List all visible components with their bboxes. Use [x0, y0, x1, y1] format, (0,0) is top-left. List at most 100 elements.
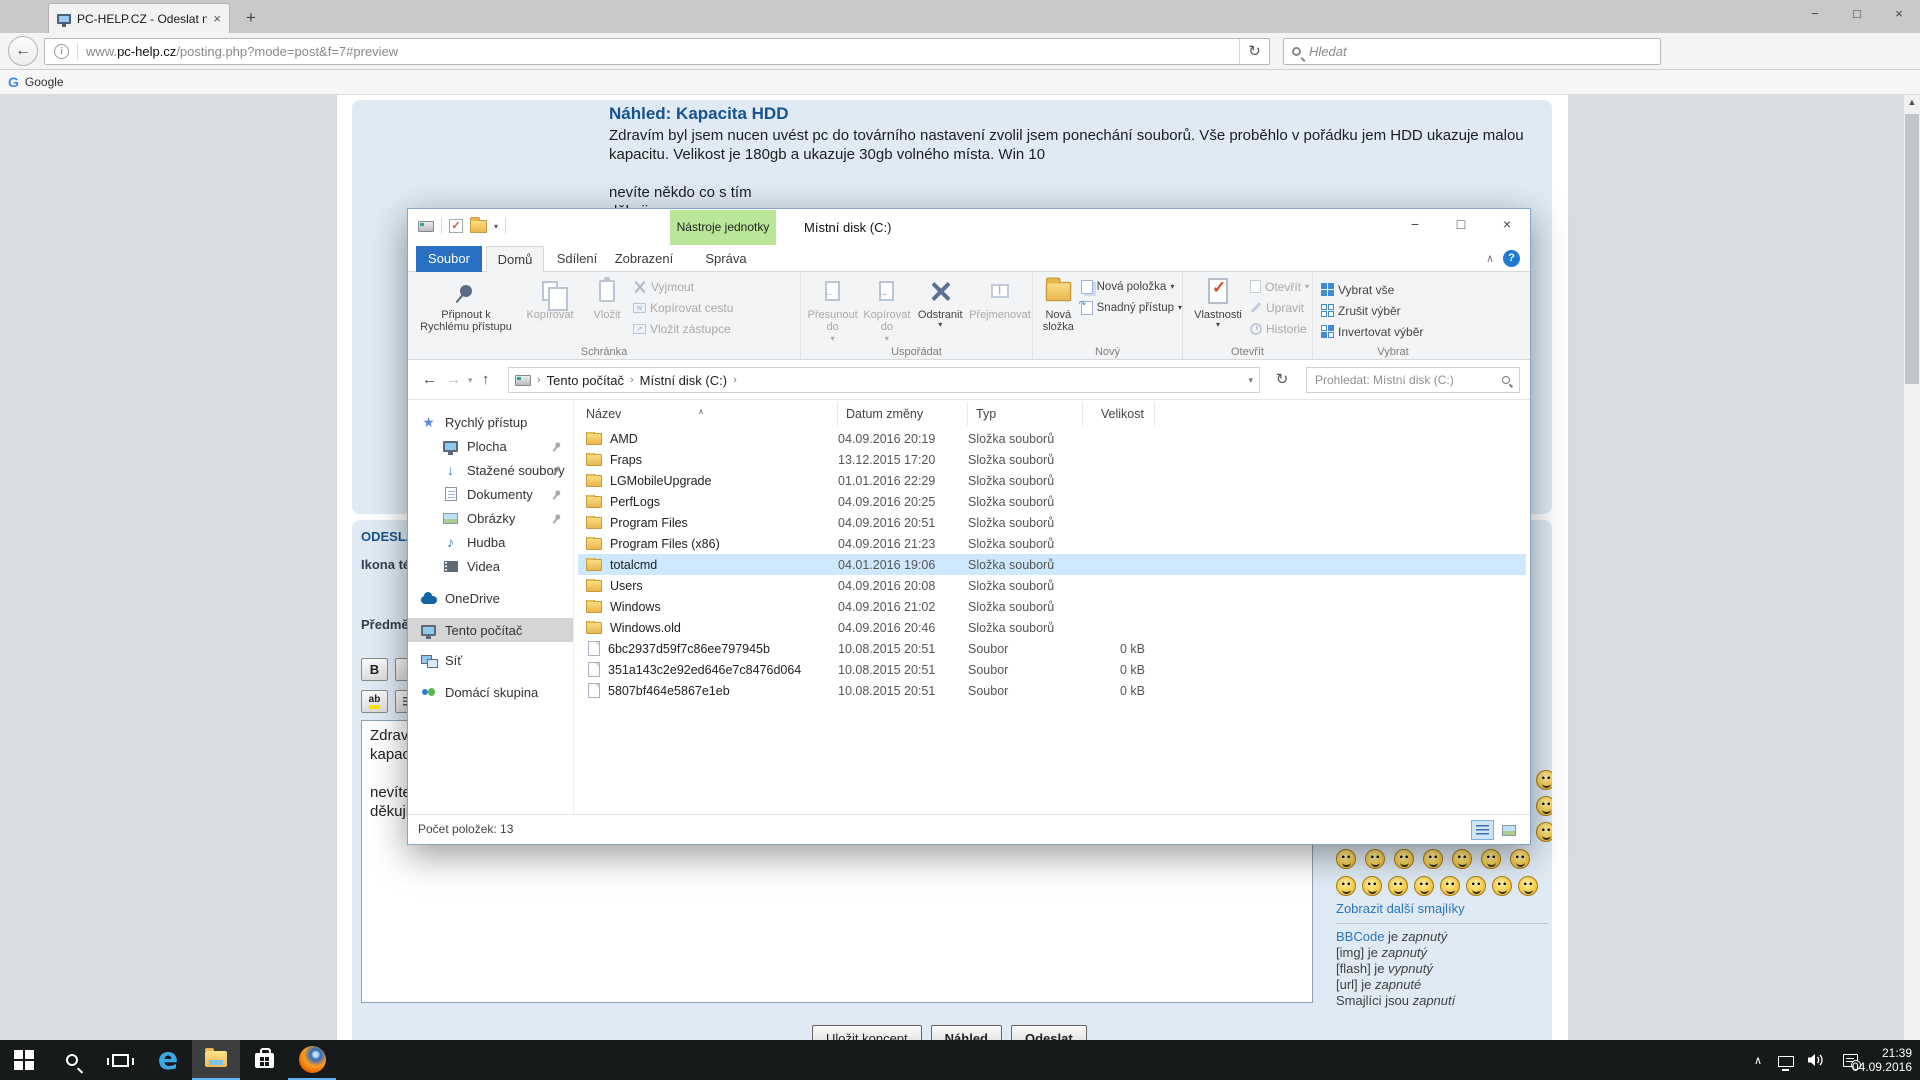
file-row[interactable]: Windows.old04.09.2016 20:46Složka soubor… — [578, 617, 1526, 638]
smiley-icon[interactable] — [1518, 876, 1538, 896]
nav-item-quick-access[interactable]: ★Rychlý přístup — [408, 410, 573, 434]
select-none-button[interactable]: Zrušit výběr — [1321, 301, 1423, 320]
preview-button[interactable]: Náhled — [931, 1025, 1002, 1040]
file-row[interactable]: LGMobileUpgrade01.01.2016 22:29Složka so… — [578, 470, 1526, 491]
smiley-icon[interactable] — [1536, 822, 1552, 842]
nav-item-onedrive[interactable]: OneDrive — [408, 586, 573, 610]
volume-tray-icon[interactable] — [1807, 1040, 1824, 1080]
easy-access-button[interactable]: Snadný přístup — [1081, 298, 1182, 317]
tab-zobrazeni[interactable]: Zobrazení — [610, 246, 678, 272]
nav-back-icon[interactable]: ← — [422, 360, 437, 400]
nav-forward-icon[interactable]: → — [446, 360, 461, 400]
breadcrumb-local-disk[interactable]: Místní disk (C:) — [640, 373, 727, 388]
network-tray-icon[interactable] — [1778, 1040, 1794, 1080]
smiley-icon[interactable] — [1510, 849, 1530, 869]
column-header-date[interactable]: Datum změny — [838, 402, 968, 426]
nav-item-desktop[interactable]: Plocha — [408, 434, 573, 458]
tab-domu[interactable]: Domů — [486, 246, 544, 273]
paste-button[interactable]: Vložit — [584, 275, 630, 321]
browser-close-button[interactable]: × — [1878, 0, 1920, 28]
refresh-icon[interactable]: ↻ — [1268, 367, 1296, 393]
details-view-button[interactable] — [1471, 820, 1494, 840]
start-button[interactable] — [0, 1040, 48, 1080]
page-scrollbar[interactable]: ▲ — [1904, 95, 1920, 1040]
search-input[interactable] — [1309, 44, 1660, 59]
file-row[interactable]: Fraps13.12.2015 17:20Složka souborů — [578, 449, 1526, 470]
smiley-icon[interactable] — [1414, 876, 1434, 896]
bbcode-link[interactable]: BBCode — [1336, 929, 1384, 944]
help-icon[interactable]: ? — [1503, 250, 1520, 267]
smiley-icon[interactable] — [1466, 876, 1486, 896]
file-row[interactable]: AMD04.09.2016 20:19Složka souborů — [578, 428, 1526, 449]
tab-close-icon[interactable]: × — [213, 11, 221, 26]
smiley-icon[interactable] — [1336, 849, 1356, 869]
rename-button[interactable]: Přejmenovat — [968, 275, 1032, 321]
file-row-selected[interactable]: totalcmd04.01.2016 19:06Složka souborů — [578, 554, 1526, 575]
tab-soubor[interactable]: Soubor — [416, 246, 482, 272]
browser-maximize-button[interactable]: □ — [1836, 0, 1878, 28]
explorer-search-box[interactable] — [1306, 367, 1520, 393]
file-row[interactable]: 351a143c2e92ed646e7c8476d06410.08.2015 2… — [578, 659, 1526, 680]
taskbar-store-button[interactable] — [240, 1040, 288, 1080]
file-row[interactable]: Windows04.09.2016 21:02Složka souborů — [578, 596, 1526, 617]
new-item-button[interactable]: Nová položka — [1081, 277, 1182, 296]
properties-button[interactable]: Vlastnosti — [1189, 275, 1247, 328]
taskbar-explorer-button[interactable] — [192, 1040, 240, 1080]
move-to-button[interactable]: Přesunout do — [807, 275, 858, 345]
delete-button[interactable]: Odstranit — [916, 275, 965, 328]
pin-to-quick-access-button[interactable]: Připnout k Rychlému přístupu — [416, 275, 516, 333]
browser-minimize-button[interactable]: − — [1794, 0, 1836, 28]
column-header-size[interactable]: Velikost — [1083, 402, 1155, 426]
smiley-icon[interactable] — [1440, 876, 1460, 896]
smiley-icon[interactable] — [1423, 849, 1443, 869]
qat-new-folder-icon[interactable] — [470, 220, 487, 233]
paste-shortcut-button[interactable]: ↗Vložit zástupce — [633, 319, 733, 338]
column-header-type[interactable]: Typ — [968, 402, 1083, 426]
task-view-button[interactable] — [96, 1040, 144, 1080]
tab-sdileni[interactable]: Sdílení — [548, 246, 606, 272]
cut-button[interactable]: Vyjmout — [633, 277, 733, 296]
smiley-icon[interactable] — [1536, 796, 1552, 816]
explorer-minimize-button[interactable]: − — [1392, 209, 1438, 239]
tray-chevron[interactable]: ∧ — [1754, 1040, 1762, 1080]
explorer-maximize-button[interactable]: □ — [1438, 209, 1484, 239]
taskbar-clock[interactable]: 21:39 04.09.2016 — [1852, 1040, 1912, 1080]
thumbnails-view-button[interactable] — [1497, 820, 1520, 840]
bookmark-item-google[interactable]: G Google — [8, 74, 64, 90]
collapse-ribbon-icon[interactable]: ∧ — [1486, 252, 1494, 265]
file-row[interactable]: 6bc2937d59f7c86ee797945b10.08.2015 20:51… — [578, 638, 1526, 659]
select-all-button[interactable]: Vybrat vše — [1321, 280, 1423, 299]
copy-path-button[interactable]: wKopírovat cestu — [633, 298, 733, 317]
nav-item-homegroup[interactable]: Domácí skupina — [408, 680, 573, 704]
nav-item-pictures[interactable]: Obrázky — [408, 506, 573, 530]
column-header-name[interactable]: Název∧ — [578, 402, 838, 426]
scroll-up-arrow-icon[interactable]: ▲ — [1904, 97, 1920, 107]
taskbar-edge-button[interactable]: e — [144, 1040, 192, 1080]
explorer-close-button[interactable]: × — [1484, 209, 1530, 239]
back-button[interactable]: ← — [8, 36, 38, 66]
nav-item-videos[interactable]: Videa — [408, 554, 573, 578]
tab-sprava[interactable]: Správa — [680, 246, 772, 272]
submit-button[interactable]: Odeslat — [1011, 1025, 1087, 1040]
highlight-button[interactable]: ab — [361, 690, 388, 713]
file-row[interactable]: 5807bf464e5867e1eb10.08.2015 20:51Soubor… — [578, 680, 1526, 701]
edit-button[interactable]: Upravit — [1250, 298, 1309, 317]
new-folder-button[interactable]: Nová složka — [1039, 275, 1078, 333]
smiley-icon[interactable] — [1536, 770, 1552, 790]
smiley-icon[interactable] — [1365, 849, 1385, 869]
smiley-icon[interactable] — [1481, 849, 1501, 869]
browser-search-bar[interactable] — [1283, 38, 1661, 65]
save-draft-button[interactable]: Uložit koncept — [812, 1025, 922, 1040]
file-row[interactable]: Program Files04.09.2016 20:51Složka soub… — [578, 512, 1526, 533]
new-tab-button[interactable]: + — [238, 6, 264, 30]
history-button[interactable]: Historie — [1250, 319, 1309, 338]
file-row[interactable]: Users04.09.2016 20:08Složka souborů — [578, 575, 1526, 596]
copy-to-button[interactable]: Kopírovat do — [861, 275, 912, 345]
address-dropdown-icon[interactable]: ▾ — [1248, 375, 1253, 386]
site-info-icon[interactable]: i — [54, 44, 69, 59]
taskbar-firefox-button[interactable] — [288, 1040, 336, 1080]
qat-properties-icon[interactable]: ✓ — [449, 219, 463, 233]
copy-button[interactable]: Kopírovat — [519, 275, 581, 321]
file-row[interactable]: PerfLogs04.09.2016 20:25Složka souborů — [578, 491, 1526, 512]
invert-selection-button[interactable]: Invertovat výběr — [1321, 322, 1423, 341]
